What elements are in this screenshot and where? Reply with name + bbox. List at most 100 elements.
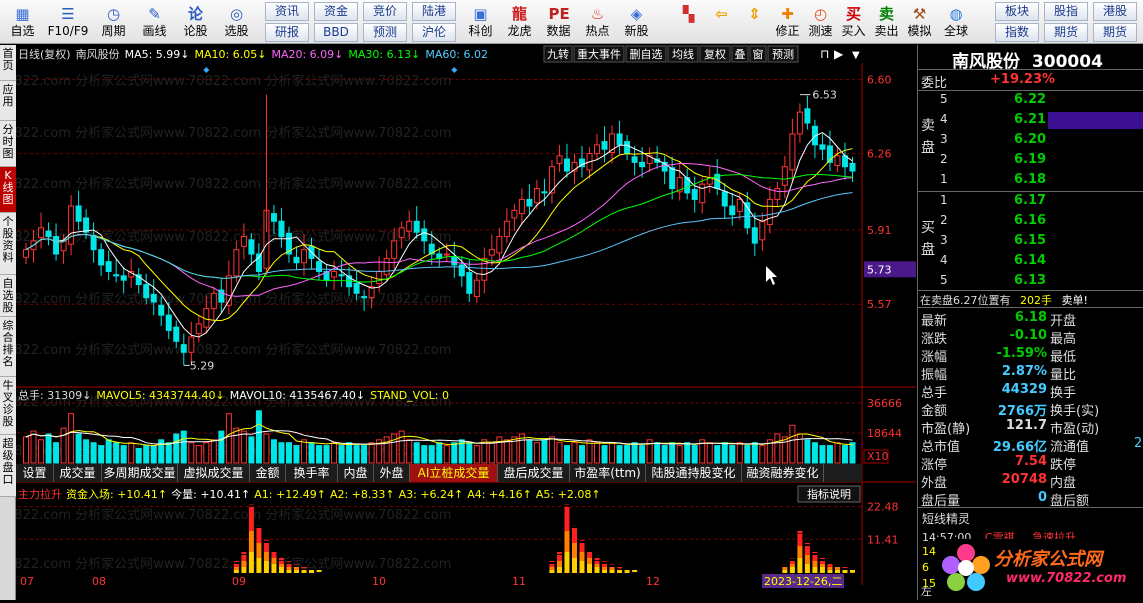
toolbar-button-buy[interactable]: 买买入 (837, 1, 870, 43)
chart-tool-button-0[interactable]: 九转 (544, 46, 572, 62)
indicator-tab-4[interactable]: 金额 (250, 464, 286, 482)
indicator-tab-0[interactable]: 设置 (16, 464, 54, 482)
toolbar-button-globe[interactable]: ◍全球 (936, 1, 976, 43)
indicator-bar (797, 564, 802, 567)
market-button[interactable]: 板块 (995, 2, 1039, 21)
volume-bar (812, 443, 817, 463)
chart-tool-button-1[interactable]: 重大事件 (574, 46, 624, 62)
quick-button[interactable]: 预测 (363, 23, 407, 42)
indicator-bar (572, 561, 577, 564)
toolbar-button-pe[interactable]: PE数据 (539, 1, 578, 43)
left-tab-0[interactable]: 首页 (0, 45, 16, 81)
toolbar-button-hot[interactable]: ♨热点 (578, 1, 617, 43)
toolbar-button-list[interactable]: ☰F10/F9 (43, 1, 93, 43)
indicator-bar (564, 522, 569, 525)
left-tab-1[interactable]: 应用 (0, 81, 16, 121)
toolbar-button-sell[interactable]: 卖卖出 (870, 1, 903, 43)
indicator-tab-12[interactable]: 融资融券变化 (742, 464, 824, 482)
price-axis-label: 5.91 (867, 224, 892, 237)
chart-tool-button-6[interactable]: 窗 (750, 46, 766, 62)
indicator-tab-9[interactable]: 盘后成交量 (498, 464, 570, 482)
indicator-help-button[interactable]: 指标说明 (798, 486, 860, 502)
toolbar-button-grid[interactable]: ▦自选 (2, 1, 43, 43)
candle-body (166, 315, 171, 330)
indicator-bar (850, 570, 855, 573)
toolbar-button-dragon[interactable]: 龍龙虎 (500, 1, 539, 43)
left-tab-2[interactable]: 分时图 (0, 121, 16, 167)
chart-tool-button-5[interactable]: 叠 (732, 46, 748, 62)
toolbar-button-hammer[interactable]: ⚒模拟 (903, 1, 936, 43)
indicator-tab-7[interactable]: 外盘 (374, 464, 410, 482)
chart-tool-button-7[interactable]: 预测 (768, 46, 798, 62)
indicator-tab-5[interactable]: 换手率 (286, 464, 338, 482)
next-arrow-icon[interactable]: ▶ (834, 47, 844, 61)
dropdown-icon[interactable]: ▼ (852, 50, 860, 61)
indicator-bar (572, 570, 577, 573)
chart-tool-button-2[interactable]: 删自选 (626, 46, 666, 62)
toolbar-button-pencil[interactable]: ✎画线 (134, 1, 175, 43)
toolbar-button-chip[interactable]: ▣科创 (461, 1, 500, 43)
left-tab-8[interactable]: 超级盘口 (0, 435, 16, 497)
chart-area[interactable]: 日线(复权)南风股份MA5: 5.99↓MA10: 6.05↓MA20: 6.0… (16, 45, 916, 600)
toolbar-button-clock[interactable]: ◷周期 (93, 1, 134, 43)
left-tab-3[interactable]: K线图 (0, 167, 16, 213)
indicator-bar (264, 555, 269, 558)
candle-body (189, 337, 194, 352)
lock-icon[interactable]: ⊓ (820, 47, 829, 61)
toolbar-button-ipo[interactable]: ◈新股 (617, 1, 656, 43)
indicator-tab-3[interactable]: 虚拟成交量 (178, 464, 250, 482)
quick-button[interactable]: 沪伦 (412, 23, 456, 42)
volume-bar (166, 443, 171, 463)
indicator-tab-1[interactable]: 成交量 (54, 464, 102, 482)
left-tab-5[interactable]: 自选股 (0, 275, 16, 317)
quick-button[interactable]: 陆港 (412, 2, 456, 21)
quick-button[interactable]: 研报 (265, 23, 309, 42)
indicator-tab-8[interactable]: AI立桩成交量 (410, 464, 498, 482)
indicator-tab-6[interactable]: 内盘 (338, 464, 374, 482)
kline-chart-svg[interactable]: 日线(复权)南风股份MA5: 5.99↓MA10: 6.05↓MA20: 6.0… (16, 45, 916, 600)
volume-bar (760, 446, 765, 463)
market-button[interactable]: 期货 (1044, 23, 1088, 42)
toolbar-button-up-down[interactable]: ⇕ (738, 1, 771, 43)
event-diamond-icon[interactable] (203, 67, 209, 73)
volume-bar (31, 431, 36, 463)
sell-level-3: 3 (940, 132, 948, 146)
volume-bar (827, 446, 832, 463)
toolbar-button-back-arrow[interactable]: ⇦ (705, 1, 738, 43)
toolbar-button-chat[interactable]: 论论股 (175, 1, 216, 43)
market-button[interactable]: 港股 (1093, 2, 1137, 21)
market-button[interactable]: 指数 (995, 23, 1039, 42)
volume-bar (219, 431, 224, 463)
volume-bar (392, 434, 397, 463)
toolbar-button-fix[interactable]: ✚修正 (771, 1, 804, 43)
quick-button[interactable]: 资金 (314, 2, 358, 21)
toolbar-button-speed[interactable]: ◴测速 (804, 1, 837, 43)
quick-button[interactable]: 资讯 (265, 2, 309, 21)
chart-tool-button-4[interactable]: 复权 (700, 46, 730, 62)
stat-label: 最新 (921, 310, 947, 329)
indicator-bar (294, 564, 299, 565)
quick-button[interactable]: BBD (314, 23, 358, 42)
toolbar-label: 自选 (2, 24, 43, 39)
circ-partial: 2 (1134, 436, 1142, 451)
left-tab-4[interactable]: 个股资料 (0, 213, 16, 275)
ipo-icon: ◈ (627, 4, 647, 24)
volume-bar (677, 446, 682, 463)
indicator-tab-2[interactable]: 多周期成交量 (102, 464, 178, 482)
indicator-bar (564, 513, 569, 516)
quick-button[interactable]: 竞价 (363, 2, 407, 21)
chart-tool-button-3[interactable]: 均线 (668, 46, 698, 62)
event-diamond-icon[interactable] (451, 67, 457, 73)
left-tab-6[interactable]: 综合排名 (0, 317, 16, 377)
toolbar-button-target[interactable]: ◎选股 (216, 1, 257, 43)
market-button[interactable]: 期货 (1093, 23, 1137, 42)
left-tab-7[interactable]: 牛叉诊股 (0, 377, 16, 435)
toolbar-button-layout[interactable]: ▚ (672, 1, 705, 43)
market-button[interactable]: 股指 (1044, 2, 1088, 21)
volume-bar (204, 443, 209, 463)
elf-title[interactable]: 短线精灵 (922, 510, 970, 527)
indicator-tab-10[interactable]: 市盈率(ttm) (570, 464, 646, 482)
indicator-tab-11[interactable]: 陆股通持股变化 (646, 464, 742, 482)
indicator-bar (805, 555, 810, 558)
indicator-bar (790, 567, 795, 570)
